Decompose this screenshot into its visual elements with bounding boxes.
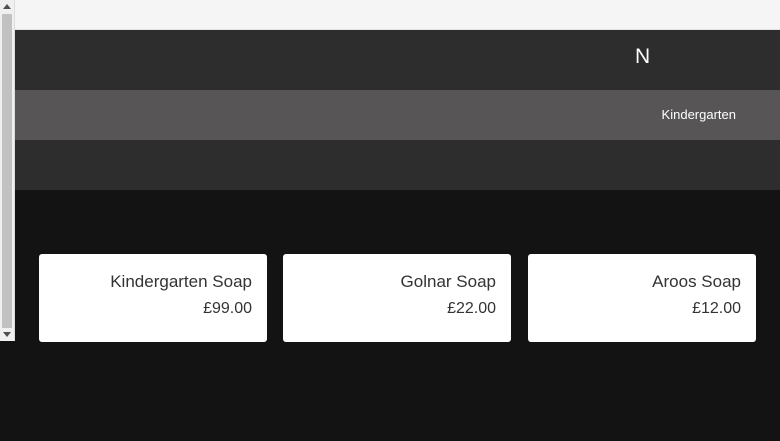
scroll-down-arrow-icon[interactable] <box>3 332 11 337</box>
product-card[interactable]: Golnar Soap £22.00 <box>283 254 511 342</box>
product-card[interactable]: Kindergarten Soap £99.00 <box>39 254 267 342</box>
product-name[interactable]: Kindergarten Soap <box>54 272 252 292</box>
site-header: N <box>15 30 780 90</box>
product-name[interactable]: Aroos Soap <box>543 272 741 292</box>
category-nav: Kindergarten <box>15 90 780 140</box>
scrollbar-thumb[interactable] <box>2 14 12 328</box>
vertical-scrollbar[interactable] <box>0 0 15 341</box>
sub-header-bar <box>15 140 780 190</box>
nav-item-kindergarten[interactable]: Kindergarten <box>662 107 736 123</box>
product-price: £99.00 <box>203 300 252 317</box>
browser-top-bar <box>0 0 780 30</box>
product-price: £12.00 <box>692 300 741 317</box>
product-card[interactable]: Aroos Soap £12.00 <box>528 254 756 342</box>
product-name[interactable]: Golnar Soap <box>298 272 496 292</box>
scroll-up-arrow-icon[interactable] <box>3 4 11 9</box>
product-price: £22.00 <box>447 300 496 317</box>
site-logo[interactable]: N <box>635 44 650 70</box>
